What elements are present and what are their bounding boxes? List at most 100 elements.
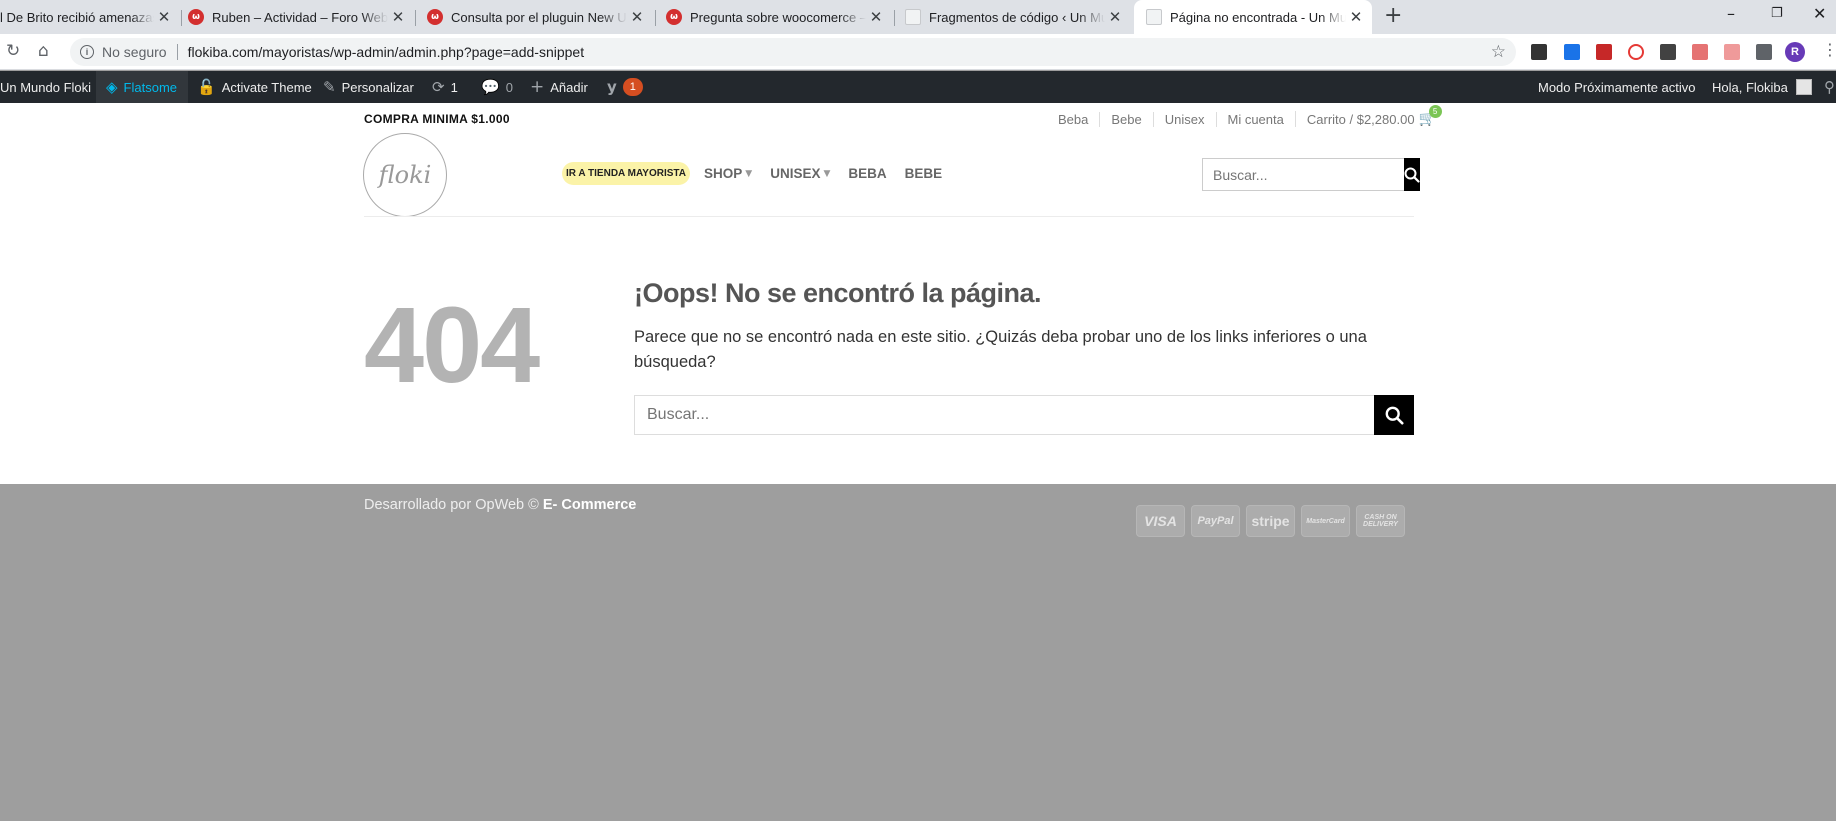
close-icon[interactable]: ✕ xyxy=(627,8,647,26)
admin-search-icon[interactable]: ⚲ xyxy=(1824,71,1835,103)
browser-tab[interactable]: ω Pregunta sobre woocomerce – Foro ✕ xyxy=(666,0,892,34)
chevron-down-icon: ▼ xyxy=(823,168,831,179)
admin-add-new[interactable]: + Añadir xyxy=(530,71,588,103)
search-icon xyxy=(1385,406,1404,425)
close-icon[interactable]: ✕ xyxy=(388,8,408,26)
top-link-account[interactable]: Mi cuenta xyxy=(1215,111,1295,127)
cart-icon: 🛒 5 xyxy=(1419,105,1442,127)
content-search-button[interactable] xyxy=(1374,395,1414,435)
chevron-down-icon: ▼ xyxy=(745,168,753,179)
content-search-input[interactable] xyxy=(635,396,1374,434)
nav-item-bebe[interactable]: BEBE xyxy=(905,166,943,181)
flatsome-label: Flatsome xyxy=(123,79,178,95)
extension-icon[interactable] xyxy=(1660,44,1676,60)
top-link-beba[interactable]: Beba xyxy=(1047,112,1099,127)
security-label: No seguro xyxy=(102,44,167,60)
puzzle-icon[interactable] xyxy=(1756,44,1772,60)
customize-label: Personalizar xyxy=(341,79,414,95)
admin-comments[interactable]: 💬 0 xyxy=(481,71,513,103)
nav-item-beba[interactable]: BEBA xyxy=(848,166,886,181)
admin-account[interactable]: Hola, Flokiba xyxy=(1712,71,1812,103)
minimize-icon[interactable]: – xyxy=(1727,4,1735,23)
visa-icon: VISA xyxy=(1136,505,1185,537)
tab-title: l De Brito recibió amenazas xyxy=(0,9,154,25)
extension-icon[interactable] xyxy=(1628,44,1644,60)
profile-avatar[interactable]: R xyxy=(1785,42,1805,62)
admin-flatsome[interactable]: ◈ Flatsome xyxy=(96,71,188,103)
reload-icon[interactable]: ↻ xyxy=(6,41,20,61)
admin-yoast[interactable]: y 1 xyxy=(607,71,643,103)
tab-divider xyxy=(181,10,182,26)
nav-item-shop[interactable]: SHOP ▼ xyxy=(704,166,752,181)
close-icon[interactable]: ✕ xyxy=(866,8,886,26)
coming-soon-label: Modo Próximamente activo xyxy=(1538,79,1696,95)
browser-tab-active[interactable]: Página no encontrada - Un Mundo Floki ✕ xyxy=(1134,0,1372,34)
activate-label: Activate Theme xyxy=(221,79,312,95)
wp-admin-bar: Un Mundo Floki ◈ Flatsome 🔓 Activate The… xyxy=(0,71,1836,103)
cart-link[interactable]: Carrito / $2,280.00 🛒 5 xyxy=(1294,105,1447,127)
webempresa-icon: ω xyxy=(666,9,682,25)
top-links: Beba Bebe Unisex Mi cuenta Carrito / $2,… xyxy=(1047,105,1447,127)
close-icon[interactable]: ✕ xyxy=(1105,8,1125,26)
browser-tab[interactable]: ω Consulta por el pluguin New User ✕ xyxy=(427,0,653,34)
content-search xyxy=(634,395,1414,435)
updates-count: 1 xyxy=(450,79,458,95)
footer-credit-link[interactable]: E- Commerce xyxy=(543,497,636,513)
nav-label: SHOP xyxy=(704,166,743,181)
header-search-button[interactable] xyxy=(1404,158,1420,191)
cart-count-badge: 5 xyxy=(1428,105,1442,118)
tab-title: Página no encontrada - Un Mundo Floki xyxy=(1170,9,1346,25)
updates-icon: ⟳ xyxy=(432,78,445,96)
new-tab-icon[interactable]: + xyxy=(1384,5,1402,27)
flow-extension-icon[interactable] xyxy=(1531,44,1547,60)
plus-icon: + xyxy=(530,77,545,97)
browser-tab[interactable]: Fragmentos de código ‹ Un Mundo ✕ xyxy=(905,0,1131,34)
bookmark-star-icon[interactable]: ☆ xyxy=(1491,42,1506,62)
close-icon[interactable]: ✕ xyxy=(154,8,174,26)
tab-divider xyxy=(894,10,895,26)
omnibox-divider xyxy=(176,44,178,60)
comments-count: 0 xyxy=(505,79,513,95)
admin-updates[interactable]: ⟳ 1 xyxy=(432,71,458,103)
extension-icon[interactable] xyxy=(1564,44,1580,60)
lock-icon: 🔓 xyxy=(197,78,216,96)
top-link-unisex[interactable]: Unisex xyxy=(1152,111,1216,127)
extension-icon[interactable] xyxy=(1724,44,1740,60)
pdf-extension-icon[interactable] xyxy=(1692,44,1708,60)
admin-site-name[interactable]: Un Mundo Floki xyxy=(0,71,91,103)
paypal-icon: PayPal xyxy=(1191,505,1240,537)
header-search-input[interactable] xyxy=(1203,159,1404,190)
site-logo[interactable]: floki xyxy=(363,133,447,217)
nav-wholesale-button[interactable]: IR A TIENDA MAYORISTA xyxy=(562,162,691,185)
browser-tab[interactable]: ω Ruben – Actividad – Foro Webempresa ✕ xyxy=(188,0,414,34)
add-new-label: Añadir xyxy=(550,79,588,95)
close-icon[interactable]: ✕ xyxy=(1346,8,1366,26)
nav-item-unisex[interactable]: UNISEX ▼ xyxy=(770,166,830,181)
brush-icon: ✎ xyxy=(323,78,336,96)
main-nav: IR A TIENDA MAYORISTA SHOP ▼ UNISEX ▼ BE… xyxy=(562,162,960,185)
comment-icon: 💬 xyxy=(481,78,500,96)
footer-credit-prefix: Desarrollado por OpWeb © xyxy=(364,497,539,513)
extension-icon[interactable] xyxy=(1596,44,1612,60)
browser-tab[interactable]: l De Brito recibió amenazas ✕ xyxy=(0,0,180,34)
webempresa-icon: ω xyxy=(427,9,443,25)
kebab-menu-icon[interactable]: ⋮ xyxy=(1822,42,1836,58)
restore-icon[interactable]: ❐ xyxy=(1771,6,1783,21)
tab-title: Consulta por el pluguin New User xyxy=(451,9,627,25)
cash-on-delivery-icon: CASH ON DELIVERY xyxy=(1356,505,1405,537)
error-description: Parece que no se encontró nada en este s… xyxy=(634,328,1367,371)
top-link-bebe[interactable]: Bebe xyxy=(1099,111,1152,127)
home-icon[interactable]: ⌂ xyxy=(38,41,49,61)
address-bar[interactable]: i No seguro flokiba.com/mayoristas/wp-ad… xyxy=(70,38,1516,66)
admin-activate-theme[interactable]: 🔓 Activate Theme xyxy=(197,71,312,103)
window-close-icon[interactable]: ✕ xyxy=(1813,4,1826,23)
info-icon[interactable]: i xyxy=(80,45,94,59)
admin-customize[interactable]: ✎ Personalizar xyxy=(323,71,414,103)
header-search xyxy=(1202,158,1420,191)
tab-title: Fragmentos de código ‹ Un Mundo xyxy=(929,9,1105,25)
admin-coming-soon[interactable]: Modo Próximamente activo xyxy=(1538,71,1696,103)
tab-title: Pregunta sobre woocomerce – Foro xyxy=(690,9,866,25)
flatsome-icon: ◈ xyxy=(106,78,118,96)
url-text[interactable]: flokiba.com/mayoristas/wp-admin/admin.ph… xyxy=(188,44,585,60)
search-icon: ⚲ xyxy=(1824,78,1835,96)
